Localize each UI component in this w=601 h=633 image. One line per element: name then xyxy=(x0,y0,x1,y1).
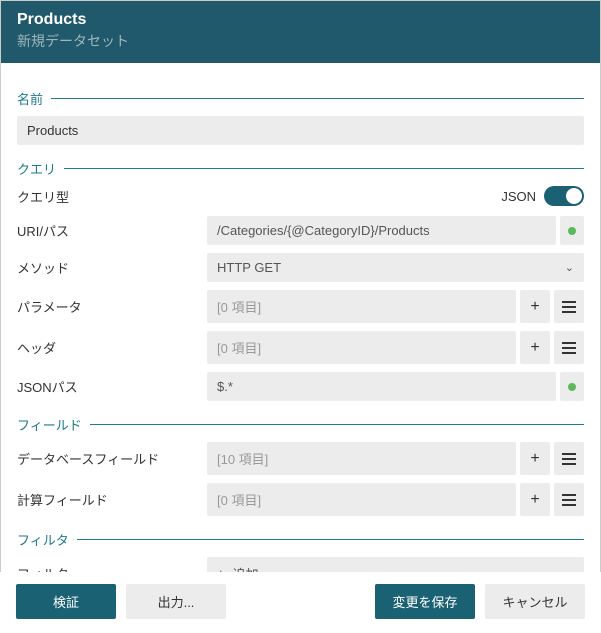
menu-icon xyxy=(562,494,576,506)
db-fields-menu-button[interactable] xyxy=(554,442,584,475)
params-field[interactable]: [0 項目] xyxy=(207,290,516,323)
dialog-subtitle: 新規データセット xyxy=(17,31,584,51)
headers-menu-button[interactable] xyxy=(554,331,584,364)
db-fields-label: データベースフィールド xyxy=(17,449,207,468)
uri-status xyxy=(560,216,584,245)
status-dot-icon xyxy=(568,383,576,391)
method-select[interactable]: HTTP GET ⌄ xyxy=(207,253,584,282)
section-name-header: 名前 xyxy=(17,89,584,108)
json-toggle-label: JSON xyxy=(501,189,536,204)
params-label: パラメータ xyxy=(17,297,207,316)
menu-icon xyxy=(562,453,576,465)
query-type-label: クエリ型 xyxy=(17,187,207,206)
db-fields-add-button[interactable]: + xyxy=(520,442,550,475)
headers-label: ヘッダ xyxy=(17,338,207,357)
method-label: メソッド xyxy=(17,258,207,277)
db-fields-field[interactable]: [10 項目] xyxy=(207,442,516,475)
plus-icon: + xyxy=(530,450,539,468)
uri-label: URI/パス xyxy=(17,221,207,240)
menu-icon xyxy=(562,301,576,313)
calc-fields-menu-button[interactable] xyxy=(554,483,584,516)
spacer xyxy=(236,584,365,619)
validate-button[interactable]: 検証 xyxy=(16,584,116,619)
jsonpath-input[interactable]: $.* xyxy=(207,372,556,401)
headers-add-button[interactable]: + xyxy=(520,331,550,364)
jsonpath-status xyxy=(560,372,584,401)
dialog-title: Products xyxy=(17,11,584,29)
cancel-button[interactable]: キャンセル xyxy=(485,584,585,619)
params-menu-button[interactable] xyxy=(554,290,584,323)
section-query-header: クエリ xyxy=(17,159,584,178)
chevron-down-icon: ⌄ xyxy=(565,261,574,274)
section-query-label: クエリ xyxy=(17,159,56,178)
menu-icon xyxy=(562,342,576,354)
headers-field[interactable]: [0 項目] xyxy=(207,331,516,364)
output-button[interactable]: 出力... xyxy=(126,584,226,619)
status-dot-icon xyxy=(568,227,576,235)
calc-fields-add-button[interactable]: + xyxy=(520,483,550,516)
save-button[interactable]: 変更を保存 xyxy=(375,584,475,619)
plus-icon: + xyxy=(530,339,539,357)
params-add-button[interactable]: + xyxy=(520,290,550,323)
section-fields-label: フィールド xyxy=(17,415,82,434)
section-filter-header: フィルタ xyxy=(17,530,584,549)
section-fields-header: フィールド xyxy=(17,415,584,434)
toggle-knob xyxy=(566,188,582,204)
divider xyxy=(64,168,584,169)
section-name-label: 名前 xyxy=(17,89,43,108)
dialog-footer: 検証 出力... 変更を保存 キャンセル xyxy=(0,572,601,633)
jsonpath-label: JSONパス xyxy=(17,377,207,396)
dialog-header: Products 新規データセット xyxy=(1,1,600,63)
divider xyxy=(77,539,584,540)
json-toggle[interactable] xyxy=(544,186,584,206)
divider xyxy=(90,424,584,425)
name-input[interactable] xyxy=(17,116,584,145)
divider xyxy=(51,98,584,99)
calc-fields-field[interactable]: [0 項目] xyxy=(207,483,516,516)
uri-input[interactable]: /Categories/{@CategoryID}/Products xyxy=(207,216,556,245)
calc-fields-label: 計算フィールド xyxy=(17,490,207,509)
plus-icon: + xyxy=(530,491,539,509)
plus-icon: + xyxy=(530,298,539,316)
section-filter-label: フィルタ xyxy=(17,530,69,549)
